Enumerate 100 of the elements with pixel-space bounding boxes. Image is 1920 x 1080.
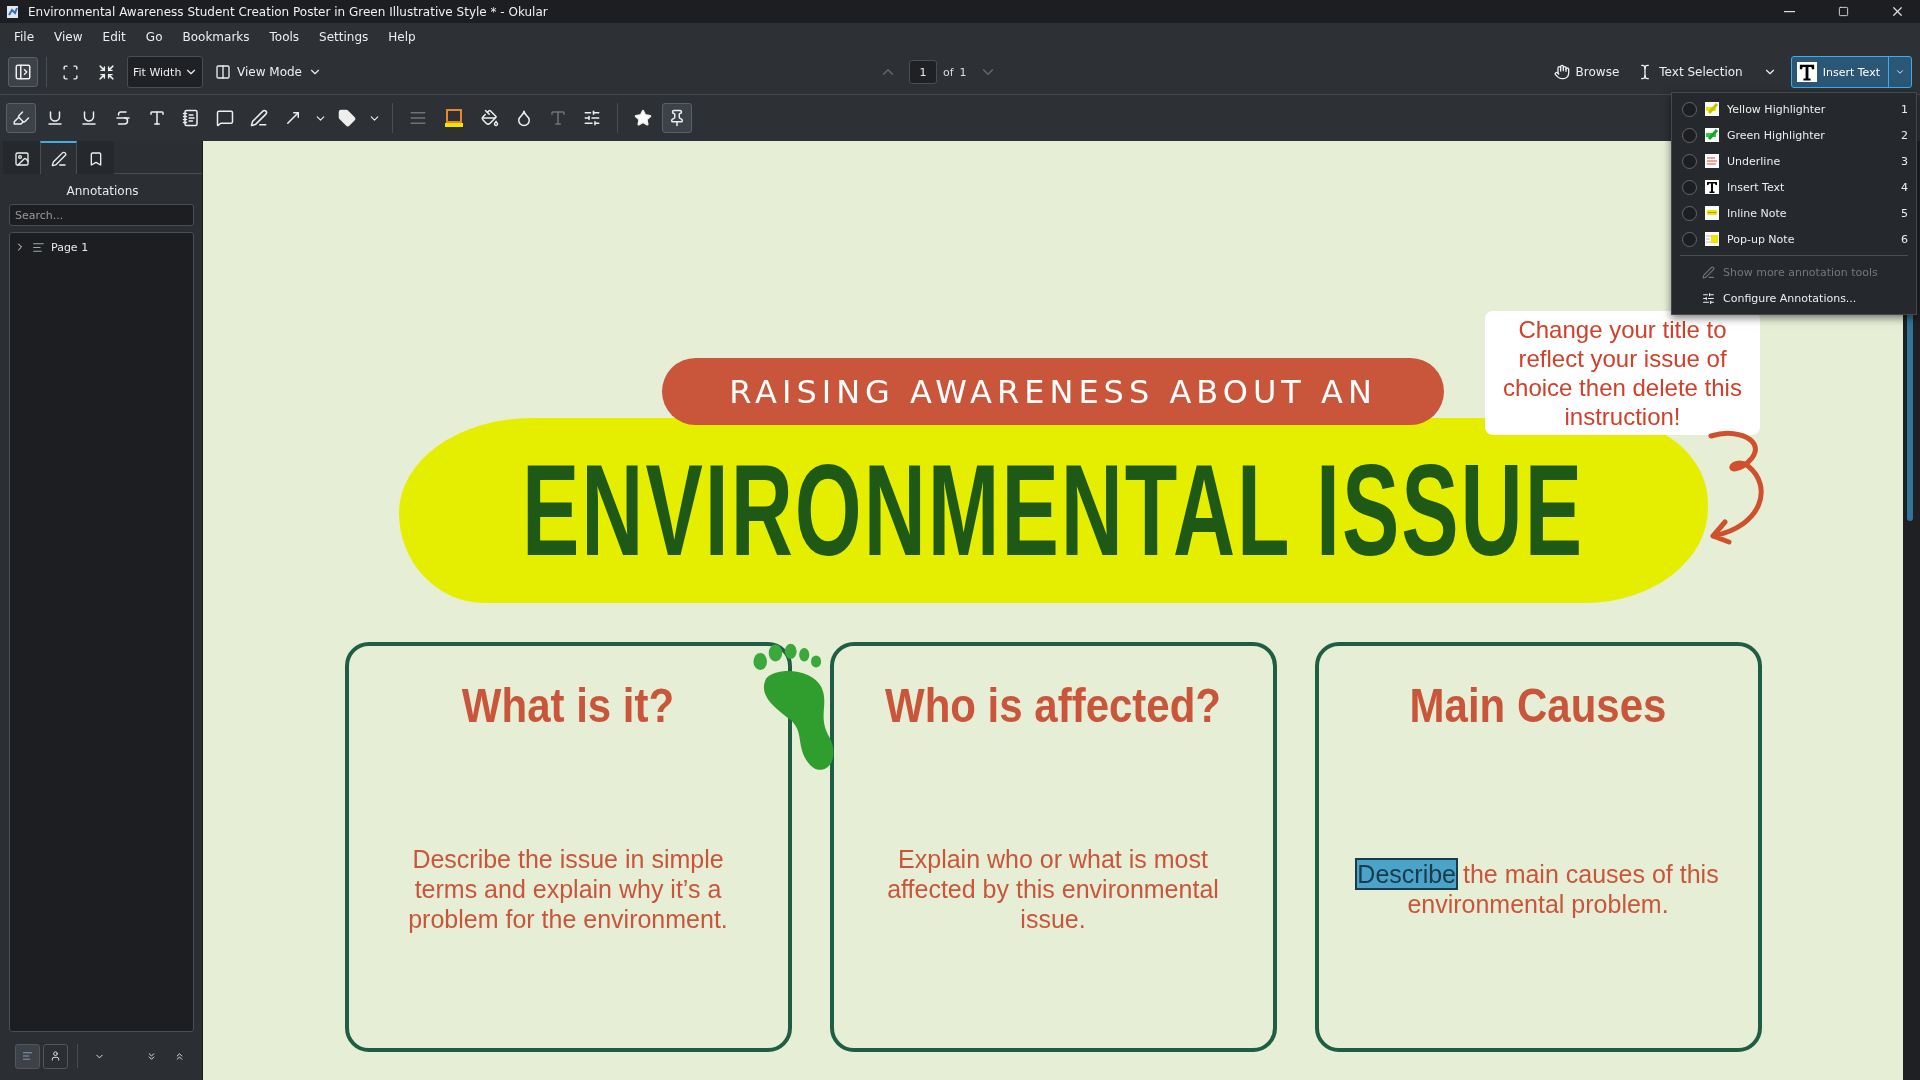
- menu-item[interactable]: Tools: [259, 29, 310, 44]
- menu-label: Underline: [1727, 154, 1782, 168]
- page-count-label: 1: [959, 65, 967, 79]
- paint-bucket-icon: [481, 109, 499, 127]
- pencil-icon: [1702, 265, 1715, 279]
- search-field[interactable]: Search...: [9, 204, 194, 226]
- view-mode-button[interactable]: View Mode: [209, 57, 328, 87]
- menu-item[interactable]: Settings: [309, 29, 379, 44]
- inline-note-icon: [1705, 206, 1719, 220]
- menu-label: Configure Annotations...: [1723, 291, 1858, 305]
- menu-item[interactable]: Inline Note 5: [1672, 200, 1916, 226]
- radio-button[interactable]: [1682, 127, 1697, 143]
- poster-title: ENVIRONMENTAL ISSUE: [521, 436, 1585, 584]
- insert-text-button[interactable]: Insert Text: [1791, 57, 1889, 87]
- pencil-icon: [50, 150, 67, 167]
- menu-item[interactable]: Edit: [92, 29, 136, 44]
- menu-item[interactable]: Help: [378, 29, 426, 44]
- list-icon: [22, 1049, 33, 1063]
- menu-label: Green Highlighter: [1727, 128, 1826, 142]
- text-icon: [148, 109, 166, 127]
- minimize-icon: [1783, 10, 1795, 13]
- hand-icon: [1553, 64, 1570, 80]
- text-selection-button[interactable]: Text Selection: [1631, 57, 1749, 87]
- menu-item[interactable]: Underline 3: [1672, 148, 1916, 174]
- tag-icon: [338, 109, 356, 127]
- card-text: Explain who or what is most affected by this environmental issue.: [886, 844, 1220, 934]
- image-icon: [13, 150, 30, 167]
- menu-label: Inline Note: [1727, 206, 1788, 220]
- sidebar-toggle-button[interactable]: [8, 57, 38, 87]
- line-width-icon: [409, 109, 427, 127]
- border-color-icon: [443, 108, 465, 128]
- radio-button[interactable]: [1682, 153, 1697, 169]
- arrow-icon: [284, 109, 302, 127]
- menu-label: Show more annotation tools: [1723, 265, 1879, 279]
- menu-label: Yellow Highlighter: [1727, 102, 1827, 116]
- sidebar-icon: [14, 63, 32, 81]
- sidebar-tab[interactable]: [77, 141, 114, 174]
- highlighter-icon: [12, 109, 30, 127]
- card-title: Who is affected?: [885, 678, 1221, 734]
- shortcut-label: 2: [1900, 128, 1908, 142]
- panel-title: Annotations: [65, 183, 140, 200]
- card-title: Main Causes: [1409, 678, 1667, 734]
- menu-item[interactable]: Pop-up Note 6: [1672, 226, 1916, 252]
- radio-button[interactable]: [1682, 205, 1697, 221]
- menu-item[interactable]: File: [4, 29, 45, 44]
- poster-banner: RAISING AWARENESS ABOUT AN: [662, 358, 1444, 425]
- radio-button[interactable]: [1682, 231, 1697, 247]
- popup-note-icon: [1705, 232, 1719, 246]
- shortcut-label: 3: [1900, 154, 1908, 168]
- highlighter-icon: [1705, 102, 1719, 116]
- card-text: Describe the main causes of this environmental problem.: [1356, 859, 1720, 919]
- shortcut-label: 1: [1900, 102, 1908, 116]
- menu-item[interactable]: Yellow Highlighter 1: [1672, 96, 1916, 122]
- menu-label: Insert Text: [1727, 180, 1786, 194]
- window-title: Environmental Awareness Student Creation Poster in Green Illustrative Style * - Okular: [28, 4, 549, 19]
- app-icon: [6, 4, 20, 19]
- browse-button[interactable]: Browse: [1547, 57, 1626, 87]
- menu-label: Pop-up Note: [1727, 232, 1796, 246]
- annotation-tool-button[interactable]: [6, 103, 36, 133]
- font-icon: [549, 109, 567, 127]
- group-by-author-button[interactable]: [43, 1043, 68, 1069]
- card-text: Describe the issue in simple terms and explain why it’s a problem for the environment.: [407, 844, 729, 934]
- card-title: What is it?: [461, 678, 675, 734]
- sliders-icon: [583, 109, 601, 127]
- underline-icon: [46, 109, 64, 127]
- pin-icon: [668, 109, 686, 127]
- insert-text-control[interactable]: Insert Text: [1790, 56, 1912, 88]
- group-by-page-button[interactable]: [15, 1043, 40, 1069]
- expand-icon: [61, 63, 79, 81]
- instruction-note: Change your title to reflect your issue of choice then delete this instruction!: [1485, 311, 1760, 435]
- menu-item[interactable]: Green Highlighter 2: [1672, 122, 1916, 148]
- menu-item[interactable]: Insert Text 4: [1672, 174, 1916, 200]
- menu-item[interactable]: Bookmarks: [172, 29, 260, 44]
- tree-item[interactable]: Page 1: [51, 240, 89, 254]
- shortcut-label: 6: [1900, 232, 1908, 246]
- annotation-tool-button[interactable]: [662, 103, 692, 133]
- strikethrough-icon: [114, 109, 132, 127]
- underline-icon: [1705, 154, 1719, 168]
- user-icon: [50, 1049, 61, 1063]
- menu-item[interactable]: View: [44, 29, 93, 44]
- shortcut-label: 5: [1900, 206, 1908, 220]
- note-icon: [182, 109, 200, 127]
- columns-icon: [215, 64, 231, 80]
- page-of-label: of: [943, 65, 954, 79]
- radio-button[interactable]: [1682, 179, 1697, 195]
- sidebar-tab[interactable]: [3, 141, 40, 174]
- squiggle-underline-icon: [80, 109, 98, 127]
- pencil-icon: [250, 109, 268, 127]
- shrink-icon: [97, 63, 115, 81]
- radio-button[interactable]: [1682, 101, 1697, 117]
- restore-icon: [1837, 6, 1849, 17]
- speech-bubble-icon: [216, 109, 234, 127]
- menu-item[interactable]: Configure Annotations...: [1672, 285, 1916, 311]
- sidebar-tab[interactable]: [40, 141, 77, 174]
- page-number-field[interactable]: 1: [909, 60, 937, 84]
- sliders-icon: [1702, 291, 1715, 305]
- menu-item[interactable]: Go: [135, 29, 173, 44]
- highlighter-icon: [1705, 128, 1719, 142]
- zoom-dropdown[interactable]: Fit Width: [127, 56, 203, 88]
- text-icon: [1796, 62, 1817, 82]
